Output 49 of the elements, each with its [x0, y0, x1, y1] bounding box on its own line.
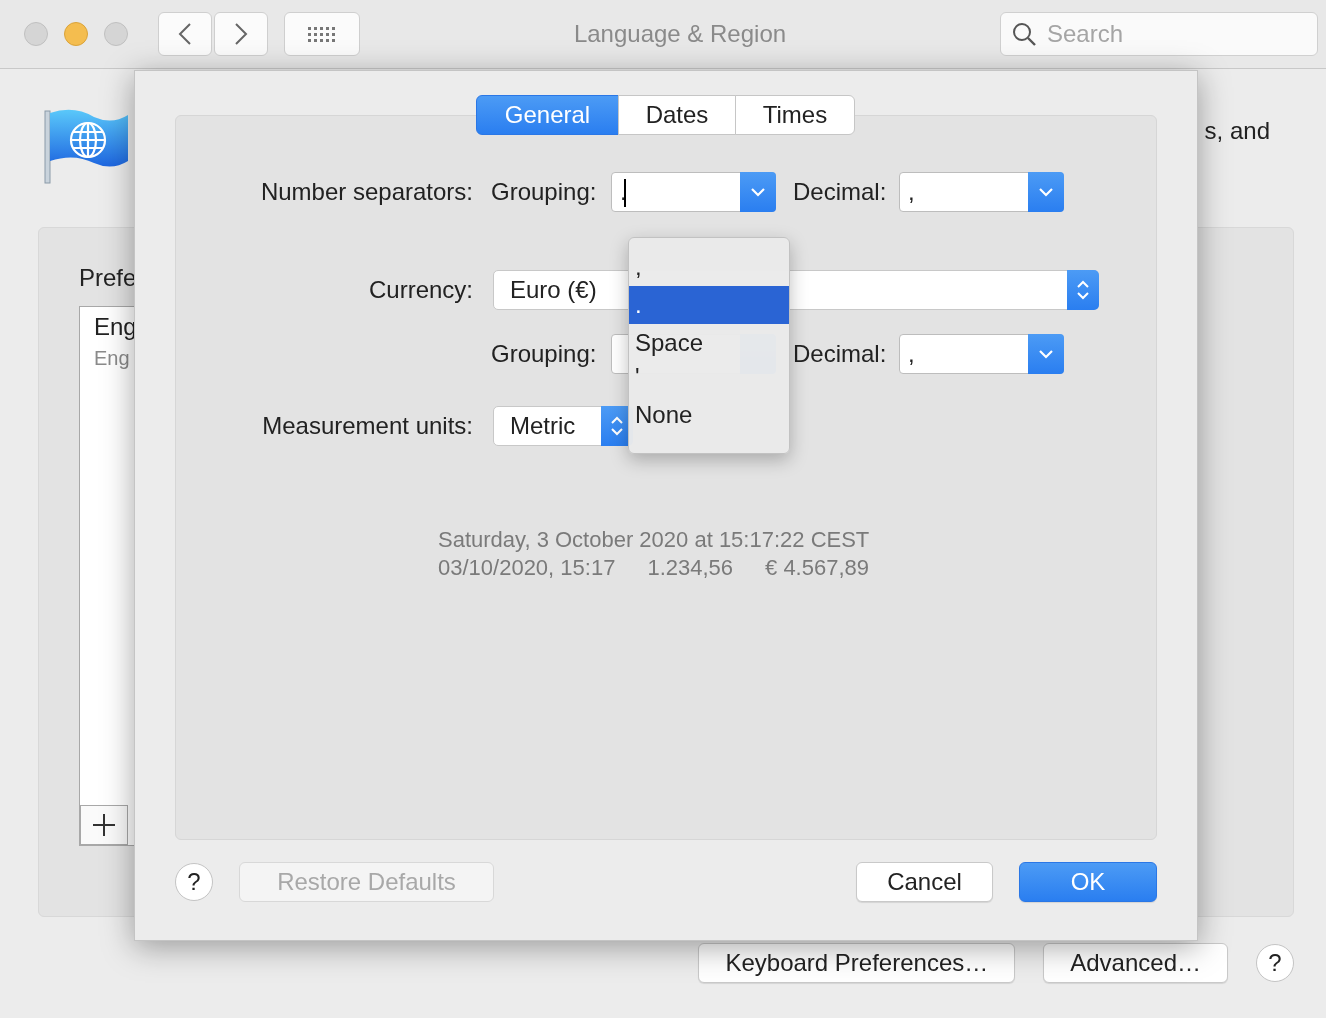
menu-item[interactable]: '	[629, 362, 789, 396]
dropdown-button[interactable]	[1028, 334, 1064, 374]
help-button[interactable]: ?	[175, 863, 213, 901]
grid-icon	[307, 25, 337, 43]
field-label: Decimal:	[793, 178, 888, 206]
back-button[interactable]	[158, 12, 212, 56]
field-label: Grouping:	[491, 178, 598, 206]
field-label: Grouping:	[491, 340, 598, 368]
show-all-button[interactable]	[284, 12, 360, 56]
grouping-combo-box[interactable]: .	[611, 172, 776, 212]
window-title: Language & Region	[572, 20, 788, 48]
stepper-icon	[1067, 270, 1099, 310]
preferences-button[interactable]: Advanced…	[1043, 943, 1228, 983]
decimal-combo-box[interactable]: ,	[899, 172, 1064, 212]
minimize-button[interactable]	[64, 22, 88, 46]
chevron-down-icon	[1038, 349, 1054, 359]
search-icon	[1011, 21, 1037, 47]
field-label: Currency:	[367, 276, 473, 304]
dropdown-button[interactable]	[1028, 172, 1064, 212]
globe-flag-icon	[44, 109, 130, 187]
sample-text: € 4.567,89	[765, 554, 869, 582]
tab[interactable]: Dates	[618, 95, 736, 135]
chevron-down-icon	[750, 187, 766, 197]
language-subtitle: Eng	[94, 347, 131, 370]
sample-text: Saturday, 3 October 2020 at 15:17:22 CEST	[438, 526, 870, 554]
field-label: Number separators:	[259, 178, 473, 206]
forward-icon	[234, 22, 248, 46]
text-cursor	[624, 179, 626, 207]
help-button[interactable]: ?	[1256, 944, 1294, 982]
sample-text: 1.234,56	[647, 554, 734, 582]
chevron-down-icon	[1038, 187, 1054, 197]
intro-text: s, and	[1204, 117, 1270, 145]
dropdown-button[interactable]	[740, 172, 776, 212]
field-label: Decimal:	[793, 340, 888, 368]
panel-heading: Prefe	[79, 264, 138, 292]
field-label: Measurement units:	[261, 412, 473, 440]
plus-icon	[93, 814, 115, 836]
menu-item[interactable]: .	[629, 286, 789, 324]
preferences-button[interactable]: Keyboard Preferences…	[698, 943, 1016, 983]
sample-text: 03/10/2020, 15:17	[438, 554, 616, 582]
search-field[interactable]: Search	[1045, 19, 1309, 49]
decimal-combo-box[interactable]: ,	[899, 334, 1064, 374]
back-icon	[178, 22, 192, 46]
menu-item[interactable]: Space	[629, 324, 789, 362]
dialog-button[interactable]: Cancel	[856, 862, 993, 902]
forward-button[interactable]	[214, 12, 268, 56]
tab[interactable]: Times	[735, 95, 855, 135]
add-button[interactable]	[80, 805, 128, 845]
search-field[interactable]: Search	[1000, 12, 1318, 56]
